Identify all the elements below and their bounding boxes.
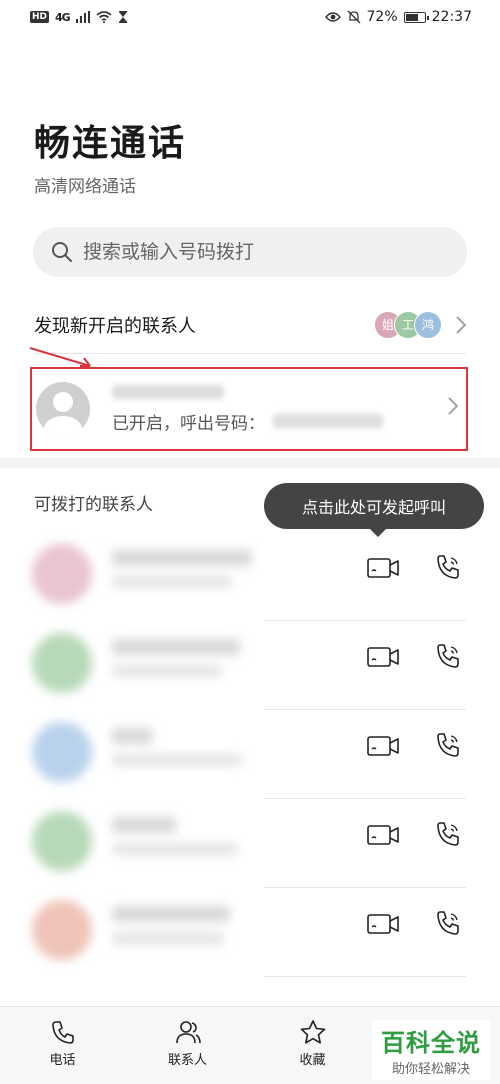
hd-badge: HD (30, 11, 50, 23)
video-call-icon[interactable] (366, 734, 400, 758)
nav-label: 收藏 (299, 1053, 326, 1068)
search-input[interactable] (83, 241, 443, 263)
battery-fill (405, 13, 418, 21)
voice-call-icon[interactable] (434, 552, 464, 582)
watermark-subtitle: 助你轻松解决 (391, 1062, 470, 1077)
blurred-contact-detail (112, 576, 232, 588)
contact-row[interactable] (0, 621, 500, 710)
voice-call-icon[interactable] (434, 730, 464, 760)
blurred-avatar (32, 544, 92, 604)
status-left: HD 4G (30, 11, 128, 24)
battery-percent: 72% (366, 9, 398, 25)
contacts-section-label: 可拨打的联系人 (34, 495, 153, 515)
discover-label: 发现新开启的联系人 (34, 315, 196, 337)
phone-icon (51, 1021, 74, 1044)
blurred-contact-detail (112, 665, 222, 677)
page-subtitle: 高清网络通话 (34, 177, 136, 197)
page-title: 畅连通话 (34, 123, 187, 164)
nav-label: 电话 (49, 1053, 76, 1068)
star-icon (300, 1020, 325, 1044)
blurred-phone-number (273, 414, 383, 428)
nav-label: 联系人 (167, 1053, 207, 1068)
blurred-contact-name (112, 817, 176, 833)
blurred-contact-name (112, 639, 240, 655)
blurred-contact-name (112, 384, 224, 399)
blurred-avatar (32, 900, 92, 960)
default-avatar-icon (36, 382, 90, 436)
status-bar: HD 4G 72% 22:37 (0, 0, 500, 34)
network-type: 4G (55, 10, 71, 24)
video-call-icon[interactable] (366, 823, 400, 847)
contact-row[interactable] (0, 888, 500, 977)
voice-call-icon[interactable] (434, 908, 464, 938)
video-call-icon[interactable] (366, 912, 400, 936)
blurred-avatar (32, 722, 92, 782)
watermark-title: 百科全说 (381, 1029, 481, 1057)
blurred-contact-name (112, 906, 230, 922)
search-bar[interactable] (33, 227, 467, 277)
discover-avatars: 姐工鸿 (374, 310, 442, 339)
row-separator (264, 976, 466, 977)
nav-contacts[interactable]: 联系人 (125, 1007, 250, 1084)
video-call-icon[interactable] (366, 556, 400, 580)
contacts-icon (175, 1021, 201, 1044)
discover-avatar: 鸿 (414, 310, 442, 339)
voice-call-icon[interactable] (434, 819, 464, 849)
wifi-icon (96, 11, 112, 23)
battery-icon (403, 11, 429, 23)
video-call-icon[interactable] (366, 645, 400, 669)
highlighted-contact-row[interactable]: 已开启，呼出号码： (30, 367, 468, 451)
highlighted-contact-text: 已开启，呼出号码： (112, 384, 383, 434)
highlighted-contact-status: 已开启，呼出号码： (112, 409, 383, 434)
nav-favorites[interactable]: 收藏 (250, 1007, 375, 1084)
chevron-right-icon (456, 315, 466, 334)
blurred-contact-name (112, 550, 252, 566)
watermark-logo: 百科全说 助你轻松解决 (372, 1020, 490, 1080)
blurred-contact-name (112, 728, 152, 744)
discover-new-contacts-row[interactable]: 发现新开启的联系人 姐工鸿 (34, 296, 466, 354)
contact-list (0, 532, 500, 977)
contact-row[interactable] (0, 532, 500, 621)
blurred-avatar (32, 811, 92, 871)
voice-call-icon[interactable] (434, 641, 464, 671)
call-enabled-status: 已开启，呼出号码： (112, 413, 265, 434)
status-right: 72% 22:37 (324, 9, 472, 25)
chevron-right-icon (448, 397, 458, 415)
blurred-contact-detail (112, 754, 242, 766)
eye-icon (324, 12, 341, 22)
signal-icon (75, 11, 90, 23)
clock: 22:37 (431, 9, 472, 25)
contact-row[interactable] (0, 710, 500, 799)
blurred-contact-detail (112, 932, 224, 944)
bell-muted-icon (347, 10, 360, 24)
call-tooltip: 点击此处可发起呼叫 (264, 483, 484, 537)
discover-right: 姐工鸿 (374, 310, 466, 339)
nav-phone[interactable]: 电话 (0, 1007, 125, 1084)
hourglass-icon (118, 11, 127, 23)
blurred-avatar (32, 633, 92, 693)
contact-row[interactable] (0, 799, 500, 888)
blurred-contact-detail (112, 843, 238, 855)
section-divider (0, 458, 500, 468)
search-icon (52, 242, 72, 262)
